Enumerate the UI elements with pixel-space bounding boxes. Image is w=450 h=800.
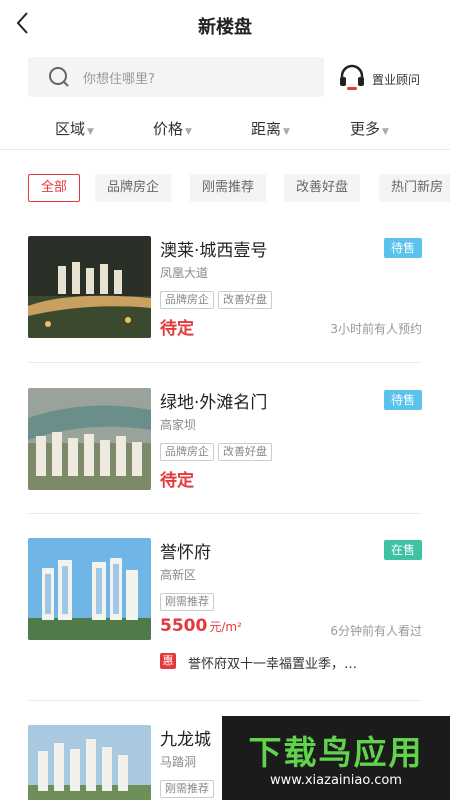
- advisor-label: 置业顾问: [372, 73, 421, 87]
- search-input[interactable]: 你想住哪里?: [28, 57, 324, 97]
- caret-down-icon: ▼: [185, 127, 192, 137]
- feature-tags: 品牌房企 改善好盘: [160, 440, 276, 461]
- category-tags: 全部 品牌房企 刚需推荐 改善好盘 热门新房: [0, 174, 450, 202]
- feature-tags: 刚需推荐: [160, 777, 218, 798]
- top-bar: 新楼盘: [0, 0, 450, 52]
- watermark-url: www.xiazainiao.com: [270, 773, 402, 788]
- feature-tag: 品牌房企: [160, 443, 214, 461]
- listing-price: 待定: [160, 471, 194, 491]
- promotion-text: 誉怀府双十一幸福置业季，…: [188, 657, 358, 672]
- filter-more[interactable]: 更多 ▼: [350, 118, 389, 139]
- feature-tag: 改善好盘: [218, 291, 272, 309]
- filter-label: 区域: [55, 120, 86, 138]
- filter-price[interactable]: 价格 ▼: [153, 118, 192, 139]
- listing-title: 誉怀府: [160, 543, 211, 563]
- status-badge: 待售: [383, 390, 422, 410]
- feature-tags: 品牌房企 改善好盘: [160, 288, 276, 309]
- property-photo: [28, 388, 151, 490]
- property-photo: [28, 725, 151, 800]
- page-title: 新楼盘: [198, 17, 252, 38]
- property-photo: [28, 236, 151, 338]
- feature-tag: 改善好盘: [218, 443, 272, 461]
- advisor-button[interactable]: 置业顾问: [338, 61, 450, 95]
- listing-title: 澳莱·城西壹号: [160, 241, 268, 261]
- status-badge: 在售: [383, 540, 422, 560]
- watermark-overlay: 下载鸟应用 www.xiazainiao.com: [222, 716, 450, 800]
- tag-brand[interactable]: 品牌房企: [95, 174, 172, 202]
- listing-price: 待定: [160, 319, 194, 339]
- filter-district[interactable]: 区域 ▼: [55, 118, 94, 139]
- feature-tags: 刚需推荐: [160, 590, 218, 611]
- listing-title: 九龙城: [160, 730, 211, 750]
- property-photo: [28, 538, 151, 640]
- divider: [28, 513, 422, 514]
- tag-hot[interactable]: 热门新房: [379, 174, 450, 202]
- feature-tag: 品牌房企: [160, 291, 214, 309]
- listing-area: 马踏洞: [160, 755, 197, 769]
- filter-label: 距离: [251, 120, 282, 138]
- search-row: 你想住哪里? 置业顾问: [0, 57, 450, 99]
- listing-area: 高新区: [160, 568, 197, 582]
- search-icon: [49, 67, 69, 87]
- price-unit: 元/m²: [209, 620, 242, 634]
- listing-title: 绿地·外滩名门: [160, 393, 268, 413]
- filter-bar: 区域 ▼ 价格 ▼ 距离 ▼ 更多 ▼: [0, 110, 450, 150]
- search-placeholder: 你想住哪里?: [83, 72, 155, 87]
- caret-down-icon: ▼: [87, 127, 94, 137]
- activity-hint: 6分钟前有人看过: [330, 624, 422, 638]
- feature-tag: 刚需推荐: [160, 780, 214, 798]
- filter-label: 更多: [350, 120, 381, 138]
- divider: [28, 362, 422, 363]
- price-value: 5500: [160, 616, 208, 636]
- headset-icon: [340, 64, 364, 90]
- listing-area: 高家坝: [160, 418, 197, 432]
- divider: [28, 700, 422, 701]
- tag-essential[interactable]: 刚需推荐: [190, 174, 267, 202]
- listing-item[interactable]: 澳莱·城西壹号 待售 凤凰大道 品牌房企 改善好盘 待定 3小时前有人预约: [28, 236, 422, 340]
- discount-badge: 惠: [160, 653, 176, 669]
- caret-down-icon: ▼: [382, 127, 389, 137]
- listing-item[interactable]: 誉怀府 在售 高新区 刚需推荐 5500 元/m² 6分钟前有人看过: [28, 538, 422, 642]
- promotion-row[interactable]: 惠 誉怀府双十一幸福置业季，…: [160, 652, 430, 672]
- listing-item[interactable]: 绿地·外滩名门 待售 高家坝 品牌房企 改善好盘 待定: [28, 388, 422, 492]
- listing-area: 凤凰大道: [160, 266, 209, 280]
- filter-label: 价格: [153, 120, 184, 138]
- feature-tag: 刚需推荐: [160, 593, 214, 611]
- activity-hint: 3小时前有人预约: [330, 322, 422, 336]
- caret-down-icon: ▼: [283, 127, 290, 137]
- listing-price: 5500 元/m²: [160, 616, 242, 636]
- tag-all[interactable]: 全部: [28, 174, 81, 202]
- tag-upgrade[interactable]: 改善好盘: [284, 174, 361, 202]
- filter-distance[interactable]: 距离 ▼: [251, 118, 290, 139]
- watermark-logo-text: 下载鸟应用: [248, 733, 424, 772]
- status-badge: 待售: [383, 238, 422, 258]
